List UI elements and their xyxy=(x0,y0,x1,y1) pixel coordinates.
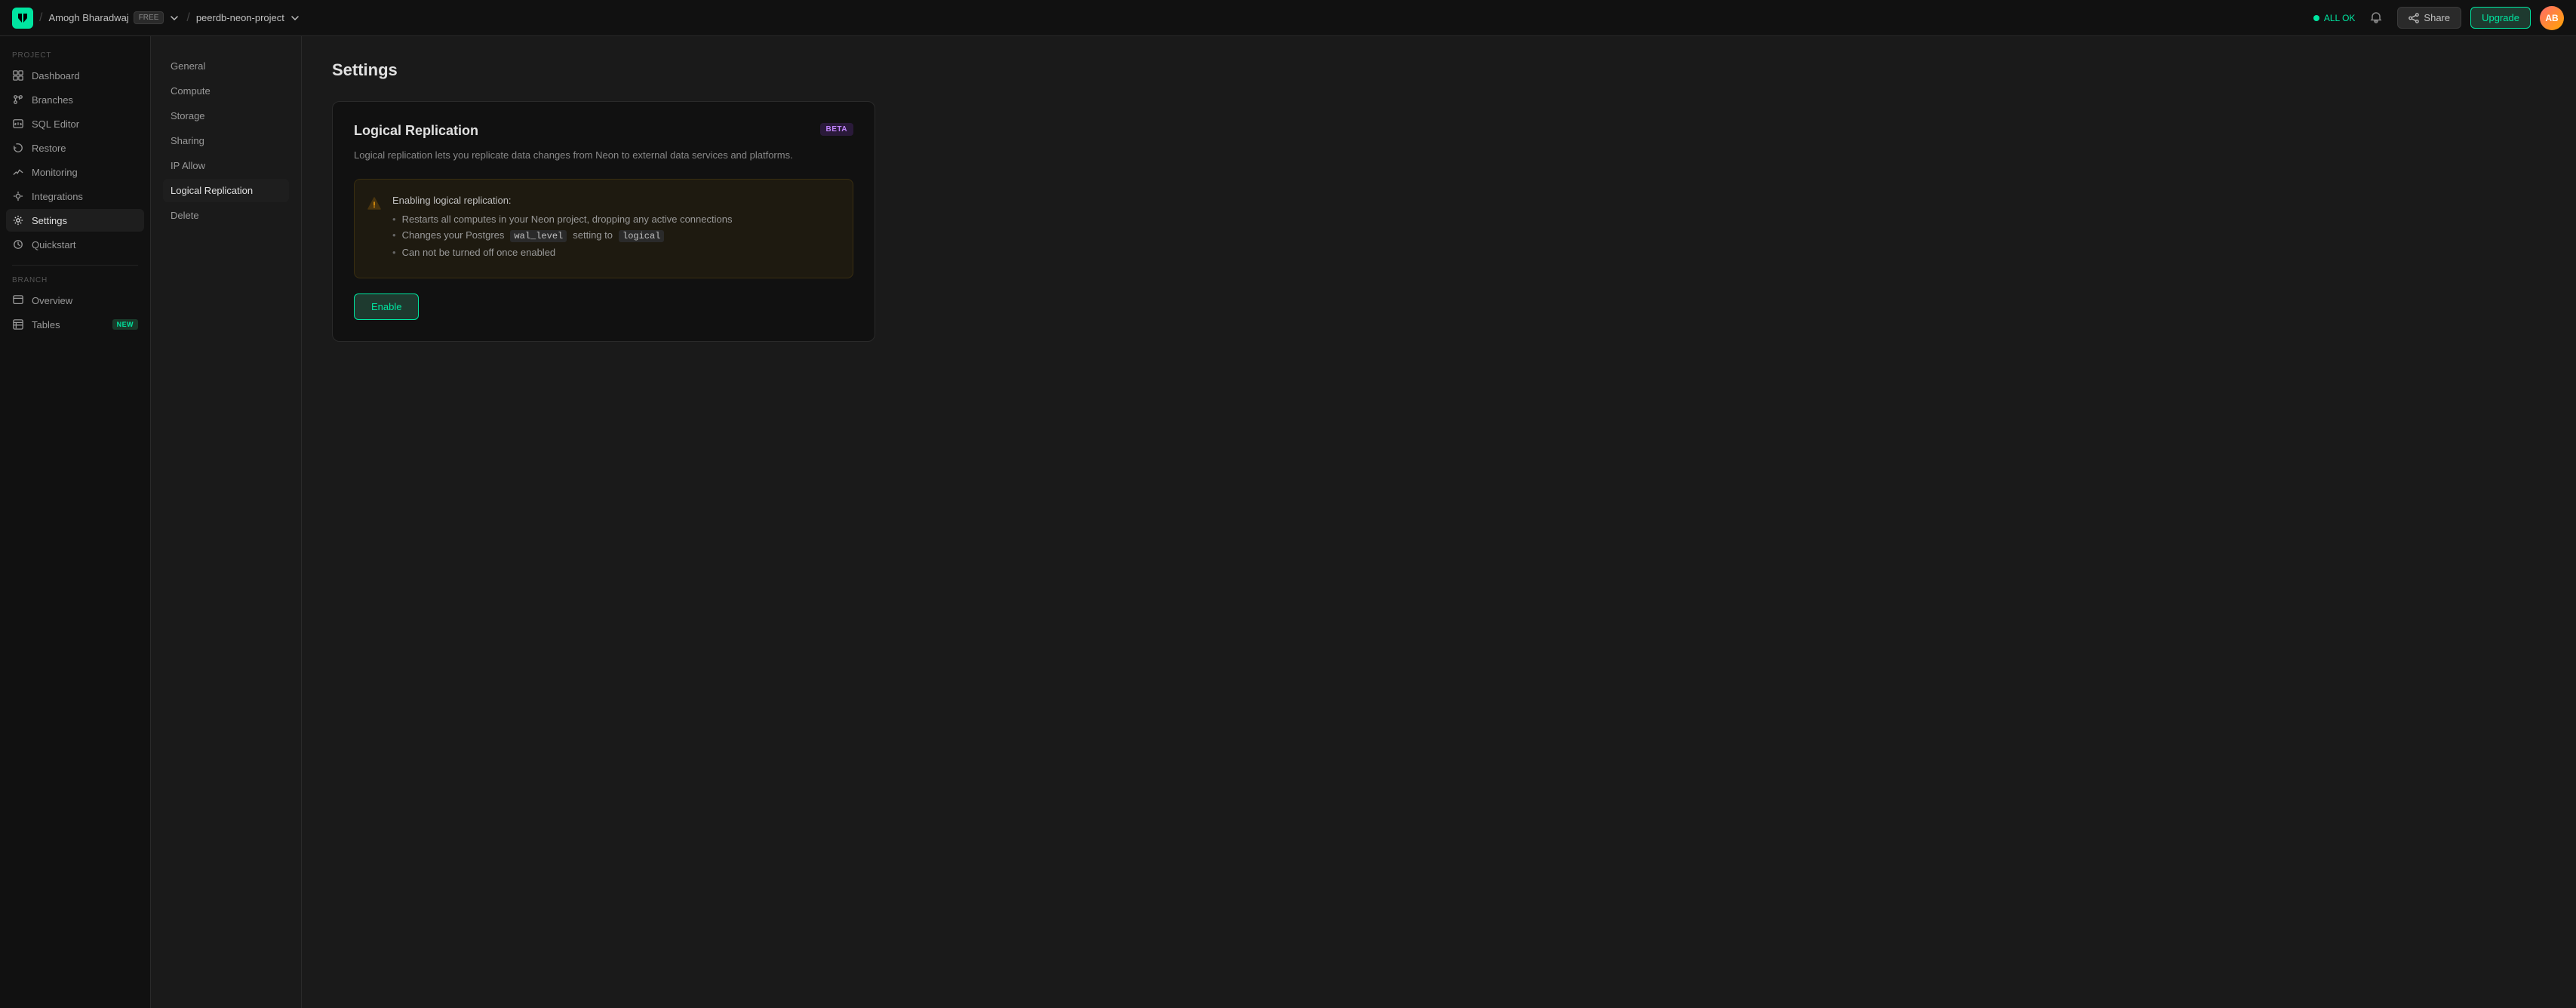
chevron-down-icon-2 xyxy=(289,12,301,24)
page-title: Settings xyxy=(332,60,875,80)
sidebar-item-dashboard-label: Dashboard xyxy=(32,70,80,81)
settings-nav-general[interactable]: General xyxy=(163,54,289,78)
settings-nav-delete[interactable]: Delete xyxy=(163,204,289,227)
code-logical: logical xyxy=(619,230,664,242)
sidebar-item-settings-label: Settings xyxy=(32,215,67,226)
avatar[interactable]: AB xyxy=(2540,6,2564,30)
settings-nav-compute[interactable]: Compute xyxy=(163,79,289,103)
nav-user-badge: FREE xyxy=(134,11,164,24)
integrations-icon xyxy=(12,190,24,202)
settings-nav-compute-label: Compute xyxy=(171,85,211,97)
sidebar-item-restore[interactable]: Restore xyxy=(6,137,144,159)
settings-nav-logical-replication-label: Logical Replication xyxy=(171,185,253,196)
warning-list: Restarts all computes in your Neon proje… xyxy=(392,214,838,258)
sidebar-item-sql-editor[interactable]: SQL Editor xyxy=(6,112,144,135)
sidebar-item-overview[interactable]: Overview xyxy=(6,289,144,312)
sidebar-item-branches[interactable]: Branches xyxy=(6,88,144,111)
card-description: Logical replication lets you replicate d… xyxy=(354,148,853,164)
restore-icon xyxy=(12,142,24,154)
tables-new-badge: NEW xyxy=(112,319,138,330)
sidebar-item-quickstart[interactable]: Quickstart xyxy=(6,233,144,256)
settings-nav-ip-allow[interactable]: IP Allow xyxy=(163,154,289,177)
settings-nav-logical-replication[interactable]: Logical Replication xyxy=(163,179,289,202)
upgrade-button[interactable]: Upgrade xyxy=(2470,7,2531,29)
warning-icon xyxy=(367,196,382,211)
beta-badge: BETA xyxy=(820,123,853,136)
quickstart-icon xyxy=(12,238,24,250)
settings-nav-storage[interactable]: Storage xyxy=(163,104,289,128)
sidebar-divider xyxy=(12,265,138,266)
avatar-initials: AB xyxy=(2545,13,2558,23)
card-header: Logical Replication BETA xyxy=(354,123,853,139)
warning-item-3: Can not be turned off once enabled xyxy=(392,247,838,258)
share-label: Share xyxy=(2424,12,2450,23)
nav-user-name: Amogh Bharadwaj xyxy=(48,12,128,23)
sidebar-item-tables-label: Tables xyxy=(32,319,60,330)
chevron-down-icon xyxy=(168,12,180,24)
code-wal-level: wal_level xyxy=(510,230,567,242)
settings-layout: General Compute Storage Sharing IP Allow… xyxy=(151,36,2576,1008)
sidebar-item-tables[interactable]: Tables NEW xyxy=(6,313,144,336)
share-button[interactable]: Share xyxy=(2397,7,2461,29)
overview-icon xyxy=(12,294,24,306)
nav-project-name: peerdb-neon-project xyxy=(196,12,284,23)
settings-main: Settings Logical Replication BETA Logica… xyxy=(302,36,905,1008)
main-layout: PROJECT Dashboard Branches xyxy=(0,36,2576,1008)
status-label: ALL OK xyxy=(2324,13,2356,23)
sidebar-item-integrations[interactable]: Integrations xyxy=(6,185,144,207)
notifications-button[interactable] xyxy=(2364,6,2388,30)
warning-content: Enabling logical replication: Restarts a… xyxy=(392,195,838,263)
card-title: Logical Replication xyxy=(354,123,478,139)
sidebar-item-integrations-label: Integrations xyxy=(32,191,83,202)
sidebar-item-quickstart-label: Quickstart xyxy=(32,239,76,250)
warning-item-1: Restarts all computes in your Neon proje… xyxy=(392,214,838,225)
branches-icon xyxy=(12,94,24,106)
enable-button[interactable]: Enable xyxy=(354,293,419,320)
sidebar-item-settings[interactable]: Settings xyxy=(6,209,144,232)
tables-icon xyxy=(12,318,24,330)
logical-replication-card: Logical Replication BETA Logical replica… xyxy=(332,101,875,342)
nav-separator-1: / xyxy=(39,11,42,25)
warning-box: Enabling logical replication: Restarts a… xyxy=(354,179,853,278)
sidebar-item-dashboard[interactable]: Dashboard xyxy=(6,64,144,87)
settings-nav-ip-allow-label: IP Allow xyxy=(171,160,205,171)
settings-nav-sharing-label: Sharing xyxy=(171,135,204,146)
settings-nav-delete-label: Delete xyxy=(171,210,199,221)
settings-nav-general-label: General xyxy=(171,60,205,72)
warning-label: Enabling logical replication: xyxy=(392,195,838,206)
sidebar-item-monitoring[interactable]: Monitoring xyxy=(6,161,144,183)
sidebar: PROJECT Dashboard Branches xyxy=(0,36,151,1008)
upgrade-label: Upgrade xyxy=(2482,12,2519,23)
nav-right-section: ALL OK Share Upgrade AB xyxy=(2313,6,2564,30)
sidebar-project-label: PROJECT xyxy=(6,51,144,60)
nav-project[interactable]: peerdb-neon-project xyxy=(196,12,301,24)
settings-nav-sharing[interactable]: Sharing xyxy=(163,129,289,152)
monitoring-icon xyxy=(12,166,24,178)
nav-logo xyxy=(12,8,33,29)
nav-user[interactable]: Amogh Bharadwaj FREE xyxy=(48,11,180,24)
main-content: General Compute Storage Sharing IP Allow… xyxy=(151,36,2576,1008)
settings-nav: General Compute Storage Sharing IP Allow… xyxy=(151,36,302,1008)
enable-label: Enable xyxy=(371,301,401,312)
settings-icon xyxy=(12,214,24,226)
settings-nav-storage-label: Storage xyxy=(171,110,205,121)
sidebar-item-restore-label: Restore xyxy=(32,143,66,154)
top-navigation: / Amogh Bharadwaj FREE / peerdb-neon-pro… xyxy=(0,0,2576,36)
sidebar-item-branches-label: Branches xyxy=(32,94,73,106)
warning-item-2: Changes your Postgres wal_level setting … xyxy=(392,229,838,242)
sidebar-branch-label: BRANCH xyxy=(6,276,144,284)
status-section: ALL OK xyxy=(2313,13,2356,23)
sidebar-item-overview-label: Overview xyxy=(32,295,72,306)
nav-separator-2: / xyxy=(186,11,189,25)
status-dot xyxy=(2313,15,2319,21)
sidebar-item-monitoring-label: Monitoring xyxy=(32,167,78,178)
dashboard-icon xyxy=(12,69,24,81)
sidebar-item-sql-editor-label: SQL Editor xyxy=(32,118,79,130)
sql-editor-icon xyxy=(12,118,24,130)
